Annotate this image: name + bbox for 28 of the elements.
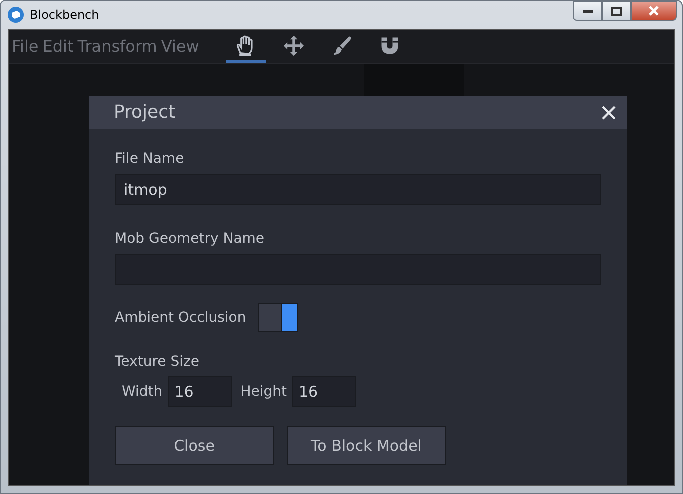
magnet-icon	[379, 35, 402, 57]
brush-icon	[331, 35, 354, 57]
file-name-field[interactable]: itmop	[115, 174, 601, 205]
menu-item[interactable]: Edit	[42, 37, 74, 56]
dialog-title: Project	[114, 102, 176, 123]
ambient-occlusion-toggle[interactable]	[258, 303, 298, 332]
window-title: Blockbench	[30, 8, 100, 22]
menu-item[interactable]: Transform	[78, 37, 158, 56]
field-label: Ambient Occlusion	[115, 310, 246, 326]
close-icon	[648, 6, 660, 16]
move-icon	[283, 35, 306, 57]
menu-item[interactable]: File	[12, 37, 39, 56]
height-field[interactable]: 16	[292, 376, 356, 407]
app-icon	[8, 7, 24, 23]
minimize-button[interactable]	[573, 1, 602, 21]
minimize-icon	[582, 10, 592, 12]
dialog-button[interactable]: To Block Model	[287, 426, 446, 465]
height-label: Height	[240, 384, 287, 400]
field-label: File Name	[115, 151, 186, 167]
dialog-button[interactable]: Close	[115, 426, 274, 465]
width-field[interactable]: 16	[168, 376, 232, 407]
width-label: Width	[122, 384, 163, 400]
maximize-button[interactable]	[602, 1, 631, 21]
field-label: Texture Size	[115, 354, 200, 370]
close-button[interactable]	[631, 1, 677, 21]
maximize-icon	[611, 6, 622, 16]
menu-item[interactable]: View	[161, 37, 200, 56]
field-label: Mob Geometry Name	[115, 231, 266, 247]
